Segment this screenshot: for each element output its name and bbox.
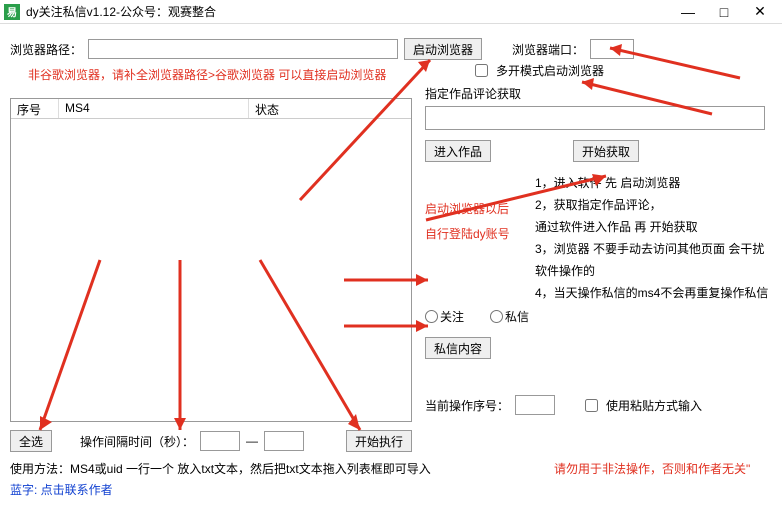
paste-mode-label: 使用粘贴方式输入: [606, 397, 702, 414]
dm-radio[interactable]: [490, 310, 503, 323]
dm-content-button[interactable]: 私信内容: [425, 337, 491, 359]
interval-label: 操作间隔时间（秒）：: [80, 433, 194, 450]
start-fetch-button[interactable]: 开始获取: [573, 140, 639, 162]
bottom-bar: 全选 操作间隔时间（秒）： — 开始执行: [10, 430, 412, 452]
minimize-button[interactable]: —: [670, 1, 706, 23]
instruction-2b: 通过软件进入作品 再 开始获取: [535, 216, 769, 238]
current-seq-label: 当前操作序号：: [425, 397, 509, 414]
titlebar: 易 dy关注私信v1.12-公众号：观赛整合 — □ ✕: [0, 0, 782, 24]
fieldset-label: 指定作品评论获取: [425, 85, 769, 102]
browser-port-input[interactable]: [590, 39, 634, 59]
instruction-2: 2，获取指定作品评论，: [535, 194, 769, 216]
usage-text: 使用方法：MS4或uid 一行一个 放入txt文本，然后把txt文本拖入列表框即…: [10, 462, 431, 476]
instruction-4: 4，当天操作私信的ms4不会再重复操作私信: [535, 282, 769, 304]
start-browser-button[interactable]: 启动浏览器: [404, 38, 482, 60]
enter-work-button[interactable]: 进入作品: [425, 140, 491, 162]
left-pane: 序号 MS4 状态: [10, 98, 412, 422]
work-url-input[interactable]: [425, 106, 765, 130]
browser-port-label: 浏览器端口：: [512, 41, 584, 58]
select-all-button[interactable]: 全选: [10, 430, 52, 452]
table-col-seq[interactable]: 序号: [11, 99, 59, 118]
browser-hint: 非谷歌浏览器，请补全浏览器路径>谷歌浏览器 可以直接启动浏览器: [28, 66, 386, 83]
data-table[interactable]: 序号 MS4 状态: [10, 98, 412, 422]
browser-path-input[interactable]: [88, 39, 398, 59]
browser-path-label: 浏览器路径：: [10, 41, 82, 58]
interval-max-input[interactable]: [264, 431, 304, 451]
table-col-ms4[interactable]: MS4: [59, 99, 249, 118]
maximize-button[interactable]: □: [706, 1, 742, 23]
window-title: dy关注私信v1.12-公众号：观赛整合: [26, 3, 670, 20]
current-seq-input[interactable]: [515, 395, 555, 415]
warn-text: 请勿用于非法操作，否则和作者无关": [554, 462, 750, 476]
right-pane: 多开模式启动浏览器 指定作品评论获取 进入作品 开始获取 启动浏览器以后 自行登…: [425, 62, 769, 421]
follow-radio-label: 关注: [440, 308, 464, 325]
instruction-3: 3，浏览器 不要手动去访问其他页面 会干扰软件操作的: [535, 238, 769, 282]
dm-radio-label: 私信: [505, 308, 529, 325]
start-exec-button[interactable]: 开始执行: [346, 430, 412, 452]
instruction-1: 1，进入软件 先 启动浏览器: [535, 172, 769, 194]
multi-open-checkbox[interactable]: [475, 64, 488, 77]
interval-sep: —: [246, 434, 258, 448]
close-button[interactable]: ✕: [742, 1, 778, 23]
app-icon: 易: [4, 4, 20, 20]
after-start-hint-2: 自行登陆dy账号: [425, 225, 510, 242]
footer: 使用方法：MS4或uid 一行一个 放入txt文本，然后把txt文本拖入列表框即…: [10, 460, 770, 502]
interval-min-input[interactable]: [200, 431, 240, 451]
table-col-status[interactable]: 状态: [249, 99, 411, 118]
multi-open-label: 多开模式启动浏览器: [496, 62, 604, 79]
after-start-hint-1: 启动浏览器以后: [425, 200, 510, 217]
contact-link[interactable]: 蓝字: 点击联系作者: [10, 481, 770, 498]
follow-radio[interactable]: [425, 310, 438, 323]
paste-mode-checkbox[interactable]: [585, 399, 598, 412]
